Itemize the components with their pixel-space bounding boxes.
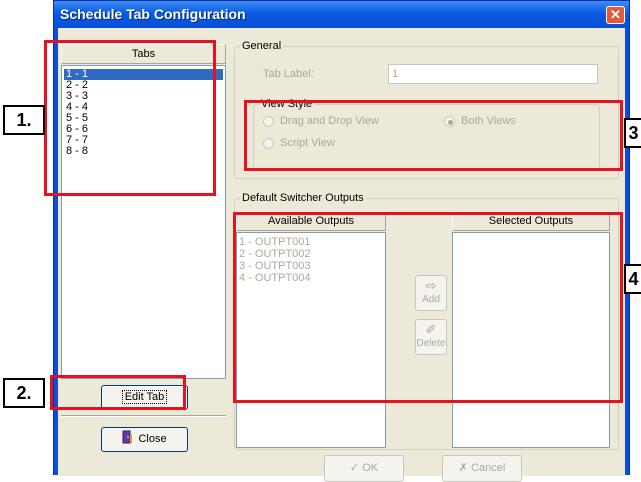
annotation-box-2 [50,375,186,410]
left-panel-divider [61,415,226,417]
annotation-marker-4: 4 [624,264,641,294]
door-exit-icon [122,430,133,444]
close-dialog-label: Close [138,433,167,445]
annotation-marker-1: 1. [3,105,45,135]
ok-button[interactable]: ✓ OK [324,455,404,482]
window-title: Schedule Tab Configuration [60,6,246,22]
switcher-outputs-legend: Default Switcher Outputs [240,192,366,204]
annotation-box-4 [233,212,623,403]
annotation-marker-3: 3 [624,118,641,148]
close-dialog-button[interactable]: Close [101,427,188,452]
annotation-marker-2: 2. [3,378,45,408]
cancel-label: Cancel [471,462,506,474]
title-bar[interactable]: Schedule Tab Configuration ✕ [54,1,629,28]
cancel-button[interactable]: ✗ Cancel [442,455,522,482]
annotation-box-3 [244,100,623,171]
window-close-button[interactable]: ✕ [606,6,625,24]
x-mark-icon: ✗ [458,462,468,474]
annotation-box-1 [44,40,216,196]
ok-label: OK [362,462,379,474]
tab-label-label: Tab Label: [263,68,314,80]
tab-label-input[interactable]: 1 [388,64,598,84]
checkmark-icon: ✓ [349,462,360,474]
general-legend: General [240,40,284,52]
